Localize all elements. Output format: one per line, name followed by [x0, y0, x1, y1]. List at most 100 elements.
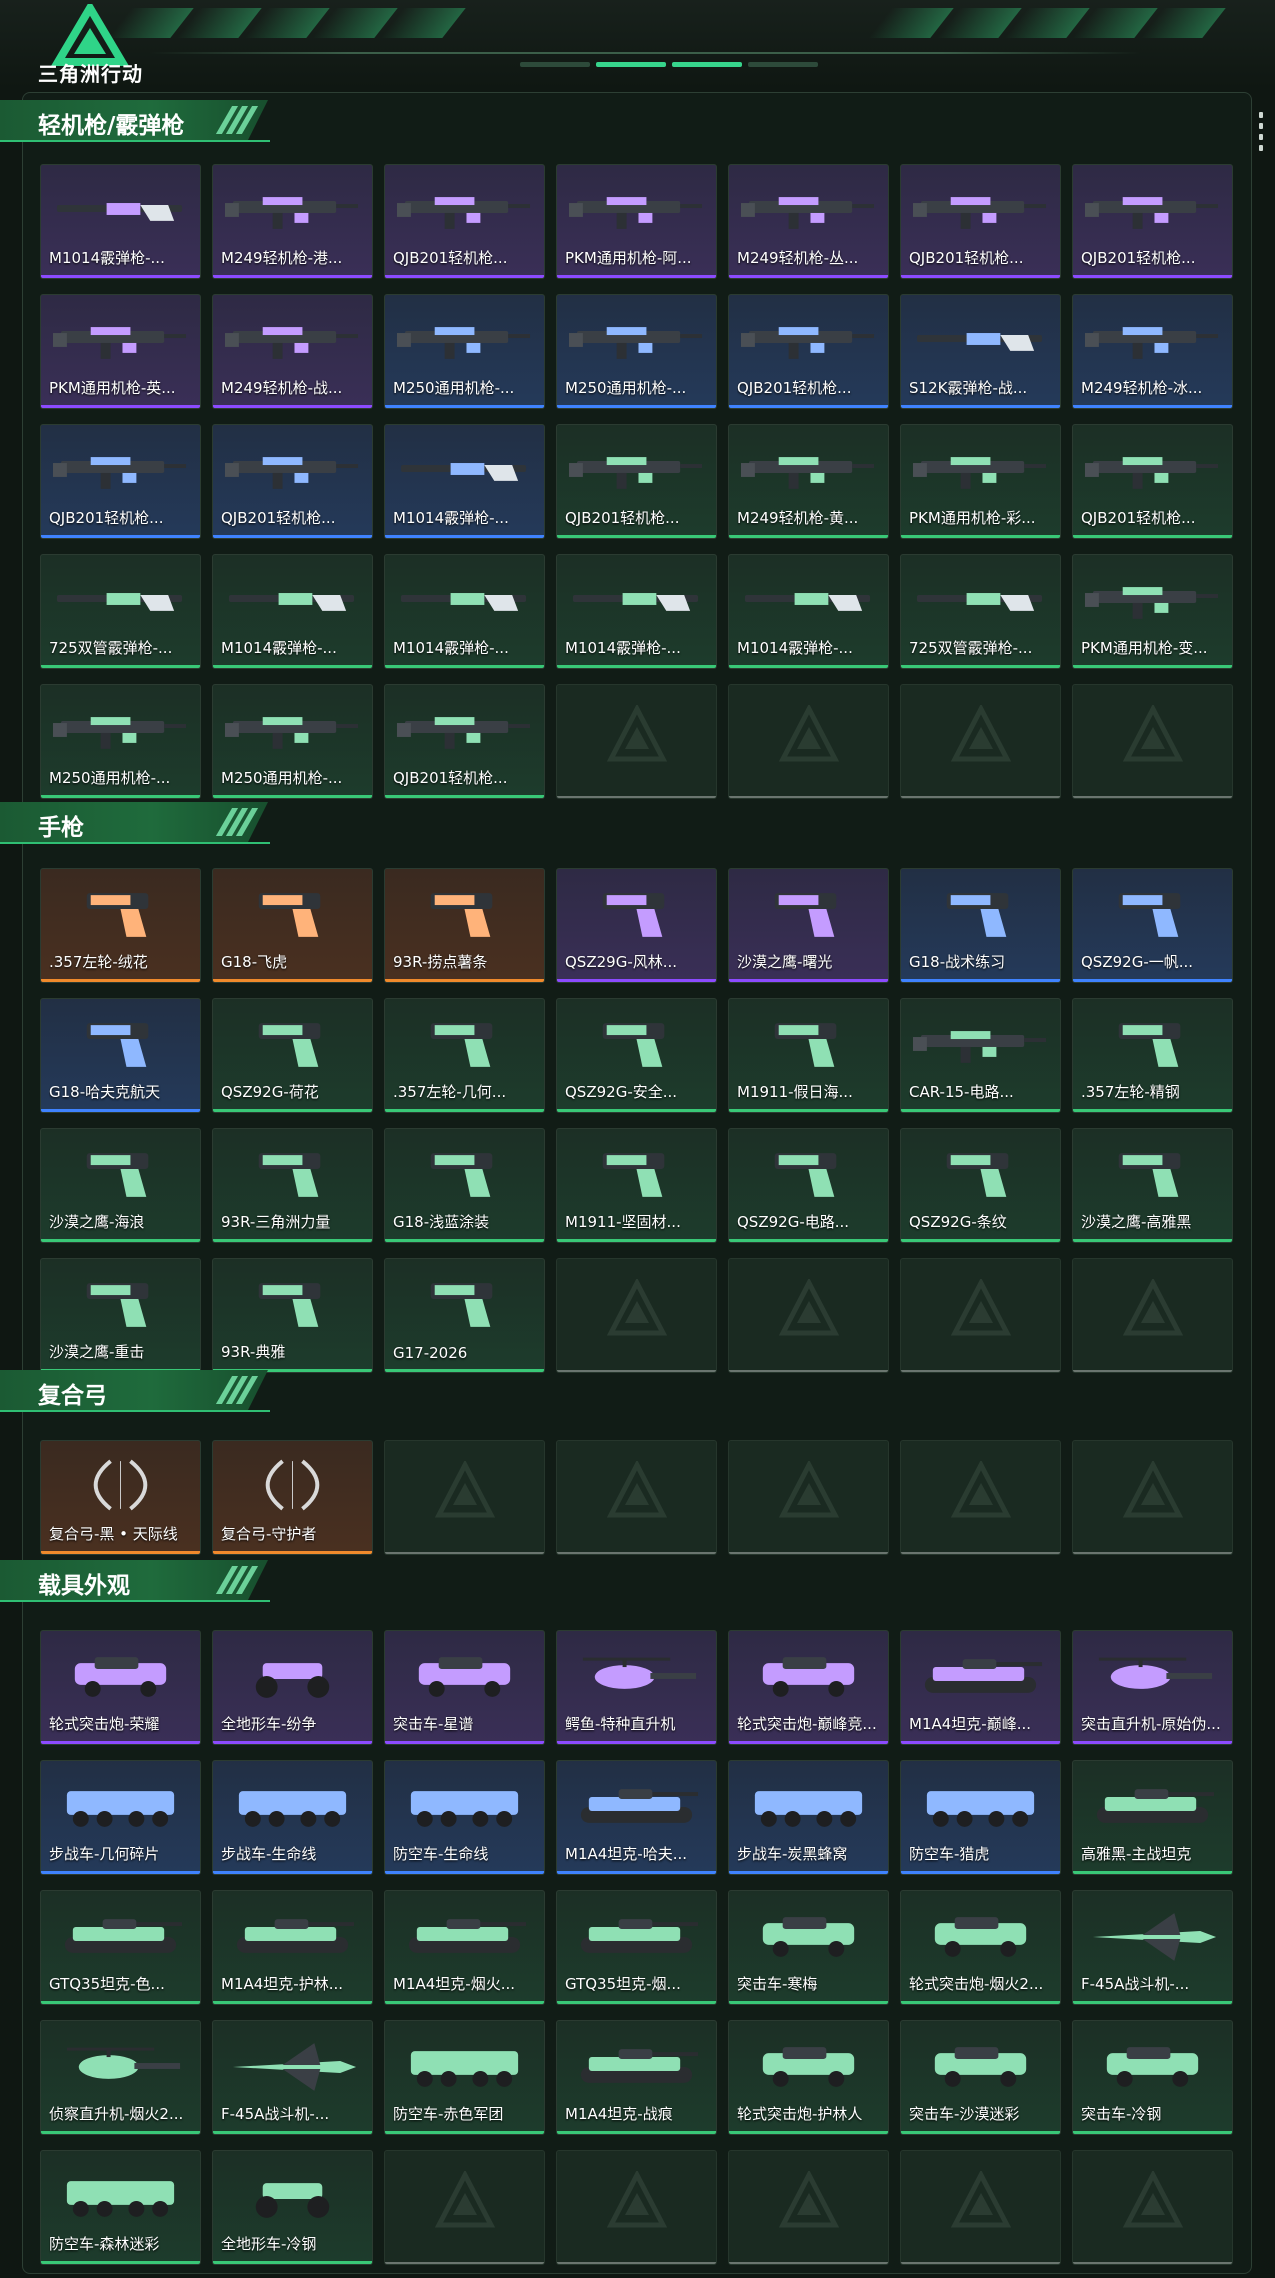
item-card[interactable]: QSZ92G-一帆...	[1072, 868, 1233, 983]
item-card[interactable]: .357左轮-绒花	[40, 868, 201, 983]
item-card[interactable]: QJB201轻机枪...	[1072, 424, 1233, 539]
empty-slot-logo-icon	[951, 1461, 1011, 1518]
item-card[interactable]: 防空车-猎虎	[900, 1760, 1061, 1875]
item-card[interactable]: 突击车-寒梅	[728, 1890, 889, 2005]
item-card[interactable]: PKM通用机枪-英...	[40, 294, 201, 409]
item-card[interactable]: 突击车-星谱	[384, 1630, 545, 1745]
item-card[interactable]: 突击车-冷钢	[1072, 2020, 1233, 2135]
item-card[interactable]: PKM通用机枪-阿...	[556, 164, 717, 279]
item-card[interactable]: 复合弓-守护者	[212, 1440, 373, 1555]
item-card[interactable]: M1014霰弹枪-...	[212, 554, 373, 669]
item-card[interactable]: QJB201轻机枪...	[728, 294, 889, 409]
item-card[interactable]: 步战车-炭黑蜂窝	[728, 1760, 889, 1875]
item-card[interactable]: 突击直升机-原始伪...	[1072, 1630, 1233, 1745]
item-card[interactable]: M249轻机枪-冰...	[1072, 294, 1233, 409]
item-card[interactable]: QJB201轻机枪...	[384, 684, 545, 799]
item-card[interactable]: GTQ35坦克-烟...	[556, 1890, 717, 2005]
item-card[interactable]: 步战车-几何碎片	[40, 1760, 201, 1875]
item-card[interactable]: M1014霰弹枪-...	[728, 554, 889, 669]
item-card[interactable]: 沙漠之鹰-高雅黑	[1072, 1128, 1233, 1243]
scrollbar-handle[interactable]	[1259, 112, 1263, 151]
item-card[interactable]: 轮式突击炮-护林人	[728, 2020, 889, 2135]
item-card[interactable]: QSZ92G-安全...	[556, 998, 717, 1113]
item-card[interactable]: M249轻机枪-港...	[212, 164, 373, 279]
item-card[interactable]: 突击车-沙漠迷彩	[900, 2020, 1061, 2135]
item-card[interactable]: 步战车-生命线	[212, 1760, 373, 1875]
item-card[interactable]: 轮式突击炮-巅峰竞...	[728, 1630, 889, 1745]
item-card[interactable]: M250通用机枪-...	[40, 684, 201, 799]
item-card[interactable]: G18-哈夫克航天	[40, 998, 201, 1113]
item-card[interactable]: 防空车-生命线	[384, 1760, 545, 1875]
item-card[interactable]: M250通用机枪-...	[384, 294, 545, 409]
item-card[interactable]: QJB201轻机枪...	[900, 164, 1061, 279]
item-card[interactable]: G17-2026	[384, 1258, 545, 1373]
item-card[interactable]: M249轻机枪-黄...	[728, 424, 889, 539]
item-card[interactable]: M1A4坦克-战痕	[556, 2020, 717, 2135]
item-card[interactable]: 轮式突击炮-烟火2...	[900, 1890, 1061, 2005]
item-name: PKM通用机枪-变...	[1081, 639, 1208, 657]
item-card[interactable]: PKM通用机枪-彩...	[900, 424, 1061, 539]
item-card[interactable]: M250通用机枪-...	[556, 294, 717, 409]
item-card[interactable]: GTQ35坦克-色...	[40, 1890, 201, 2005]
item-card[interactable]: M1A4坦克-护林...	[212, 1890, 373, 2005]
item-card[interactable]: M1A4坦克-哈夫...	[556, 1760, 717, 1875]
item-card[interactable]: QJB201轻机枪...	[40, 424, 201, 539]
item-card[interactable]: QJB201轻机枪...	[1072, 164, 1233, 279]
item-card[interactable]: QJB201轻机枪...	[384, 164, 545, 279]
item-card[interactable]: 轮式突击炮-荣耀	[40, 1630, 201, 1745]
banner-rail	[150, 52, 1140, 54]
item-card[interactable]: F-45A战斗机-...	[1072, 1890, 1233, 2005]
item-card[interactable]: 93R-典雅	[212, 1258, 373, 1373]
rarity-bar	[901, 1239, 1060, 1242]
item-card[interactable]: QJB201轻机枪...	[212, 424, 373, 539]
item-card[interactable]: 725双管霰弹枪-...	[40, 554, 201, 669]
item-card[interactable]: .357左轮-几何...	[384, 998, 545, 1113]
item-name: M250通用机枪-...	[49, 769, 171, 787]
item-card[interactable]: PKM通用机枪-变...	[1072, 554, 1233, 669]
item-card[interactable]: 沙漠之鹰-重击	[40, 1258, 201, 1373]
item-card[interactable]: 防空车-森林迷彩	[40, 2150, 201, 2265]
item-card[interactable]: 复合弓-黑 • 天际线	[40, 1440, 201, 1555]
item-card[interactable]: G18-飞虎	[212, 868, 373, 983]
item-card[interactable]: M1A4坦克-巅峰...	[900, 1630, 1061, 1745]
item-card[interactable]: 全地形车-冷钢	[212, 2150, 373, 2265]
item-card[interactable]: F-45A战斗机-...	[212, 2020, 373, 2135]
item-card[interactable]: S12K霰弹枪-战...	[900, 294, 1061, 409]
item-card[interactable]: 高雅黑-主战坦克	[1072, 1760, 1233, 1875]
rarity-bar	[41, 2261, 200, 2264]
item-card[interactable]: .357左轮-精钢	[1072, 998, 1233, 1113]
item-card[interactable]: 全地形车-纷争	[212, 1630, 373, 1745]
item-card[interactable]: 725双管霰弹枪-...	[900, 554, 1061, 669]
item-card[interactable]: M1A4坦克-烟火...	[384, 1890, 545, 2005]
item-card[interactable]: M249轻机枪-丛...	[728, 164, 889, 279]
item-card[interactable]: 93R-捞点薯条	[384, 868, 545, 983]
item-card[interactable]: M1014霰弹枪-...	[40, 164, 201, 279]
item-card[interactable]: G18-战术练习	[900, 868, 1061, 983]
item-card[interactable]: M249轻机枪-战...	[212, 294, 373, 409]
item-card[interactable]: M1911-坚固材...	[556, 1128, 717, 1243]
item-card[interactable]: M1014霰弹枪-...	[556, 554, 717, 669]
item-card[interactable]: 沙漠之鹰-曙光	[728, 868, 889, 983]
item-card[interactable]: 防空车-赤色军团	[384, 2020, 545, 2135]
item-card[interactable]: 93R-三角洲力量	[212, 1128, 373, 1243]
item-card[interactable]: M1014霰弹枪-...	[384, 424, 545, 539]
item-card[interactable]: QSZ29G-风林...	[556, 868, 717, 983]
item-name: 轮式突击炮-巅峰竞...	[737, 1715, 877, 1733]
item-card[interactable]: G18-浅蓝涂装	[384, 1128, 545, 1243]
item-card[interactable]: M1014霰弹枪-...	[384, 554, 545, 669]
item-card[interactable]: CAR-15-电路...	[900, 998, 1061, 1113]
rarity-bar	[41, 2131, 200, 2134]
item-card[interactable]: 鳄鱼-特种直升机	[556, 1630, 717, 1745]
item-card[interactable]: 沙漠之鹰-海浪	[40, 1128, 201, 1243]
empty-slot-logo-icon	[607, 1461, 667, 1518]
item-card[interactable]: QSZ92G-条纹	[900, 1128, 1061, 1243]
mg-skin-icon	[1084, 587, 1219, 619]
item-card[interactable]: 侦察直升机-烟火2...	[40, 2020, 201, 2135]
item-card[interactable]: M1911-假日海...	[728, 998, 889, 1113]
item-card[interactable]: QSZ92G-荷花	[212, 998, 373, 1113]
item-card[interactable]: QSZ92G-电路...	[728, 1128, 889, 1243]
item-card[interactable]: QJB201轻机枪...	[556, 424, 717, 539]
item-card[interactable]: M250通用机枪-...	[212, 684, 373, 799]
item-name: PKM通用机枪-英...	[49, 379, 176, 397]
rarity-bar	[213, 1239, 372, 1242]
